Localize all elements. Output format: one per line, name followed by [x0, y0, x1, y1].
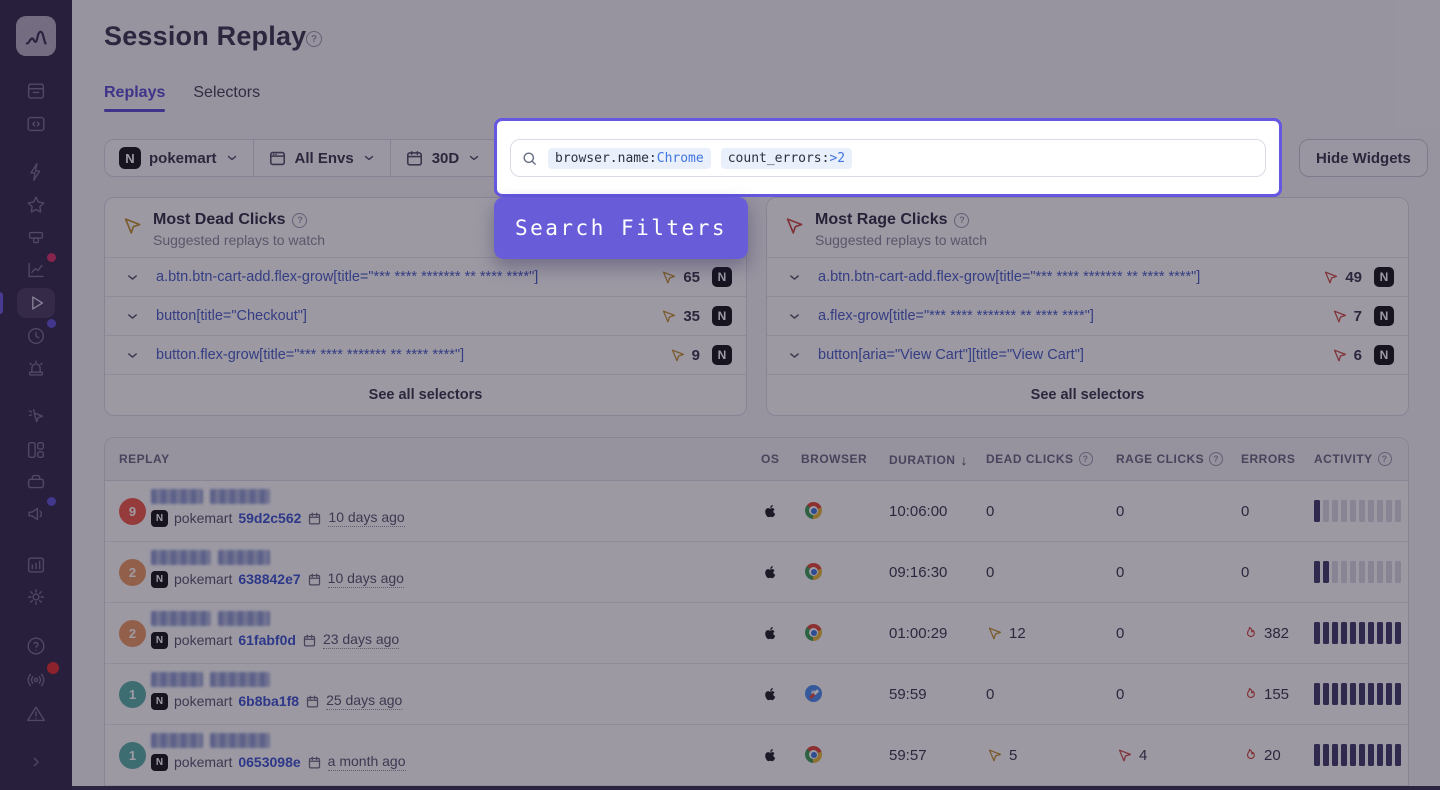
search-filters-tooltip: Search Filters: [494, 197, 748, 259]
search-input[interactable]: browser.name:Chrome count_errors:>2: [510, 139, 1266, 177]
search-spotlight: browser.name:Chrome count_errors:>2: [494, 118, 1282, 197]
search-icon: [521, 150, 538, 167]
filter-chip-count-errors[interactable]: count_errors:>2: [721, 148, 852, 169]
filter-chip-browser-name[interactable]: browser.name:Chrome: [548, 148, 711, 169]
session-replay-page: Session Replay ? Replays Selectors N pok…: [0, 0, 1440, 790]
